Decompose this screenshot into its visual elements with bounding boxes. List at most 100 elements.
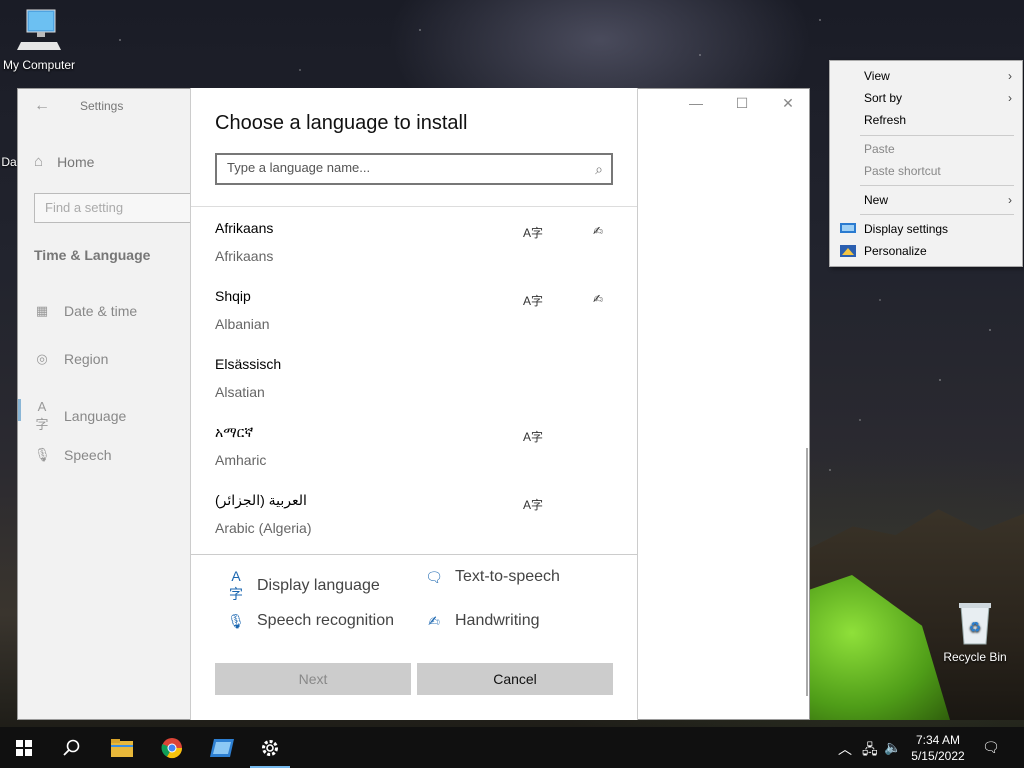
chevron-right-icon: › bbox=[1008, 193, 1012, 207]
sidebar-item-label: Language bbox=[64, 408, 127, 424]
display-settings-icon bbox=[840, 223, 856, 233]
list-item[interactable]: Elsässisch Alsatian bbox=[191, 344, 637, 412]
language-native-name: Afrikaans bbox=[215, 220, 274, 236]
active-nav-indicator bbox=[18, 399, 21, 421]
clock-time: 7:34 AM bbox=[915, 733, 961, 747]
chevron-right-icon: › bbox=[1008, 69, 1012, 83]
language-english-name: Amharic bbox=[215, 452, 267, 468]
sidebar-item-label: Date & time bbox=[64, 303, 138, 319]
home-icon: ⌂ bbox=[34, 153, 44, 170]
display-language-icon: A字 bbox=[523, 430, 544, 444]
next-button[interactable]: Next bbox=[215, 663, 411, 695]
settings-scrollbar[interactable] bbox=[806, 448, 808, 696]
back-arrow-icon[interactable]: ← bbox=[34, 97, 50, 115]
menu-item-paste-shortcut[interactable]: Paste shortcut bbox=[830, 160, 1022, 182]
legend-text-to-speech: 🗨 Text-to-speech bbox=[425, 568, 560, 586]
taskbar-chrome[interactable] bbox=[148, 727, 196, 768]
menu-item-label: Paste shortcut bbox=[864, 164, 941, 178]
sidebar-item-label: Region bbox=[64, 351, 109, 367]
sidebar-item-region[interactable]: ◎ Region bbox=[34, 351, 108, 367]
search-icon bbox=[63, 739, 80, 756]
menu-item-view[interactable]: View › bbox=[830, 65, 1022, 87]
sidebar-item-label: Speech bbox=[64, 447, 112, 463]
network-icon[interactable]: 🖧 bbox=[862, 739, 878, 763]
chevron-right-icon: › bbox=[1008, 91, 1012, 105]
menu-item-label: Display settings bbox=[864, 222, 949, 236]
settings-sidebar: ← Settings ⌂ Home Find a setting Time & … bbox=[18, 89, 204, 719]
section-title: Time & Language bbox=[34, 247, 151, 263]
language-list[interactable]: Afrikaans Afrikaans A字 ✍ Shqip Albanian … bbox=[191, 208, 637, 554]
display-language-icon: A字 bbox=[523, 226, 544, 240]
close-icon[interactable]: ✕ bbox=[768, 95, 808, 112]
settings-search-input[interactable]: Find a setting bbox=[34, 193, 204, 223]
divider bbox=[191, 554, 637, 555]
legend-handwriting: ✍ Handwriting bbox=[425, 612, 539, 630]
my-computer-desktop-icon[interactable]: My Computer bbox=[0, 8, 78, 72]
menu-item-paste[interactable]: Paste bbox=[830, 138, 1022, 160]
taskbar-clock[interactable]: 7:34 AM 5/15/2022 bbox=[906, 732, 970, 764]
list-item[interactable]: Shqip Albanian A字 ✍ bbox=[191, 276, 637, 344]
display-language-icon: A字 bbox=[229, 568, 243, 602]
menu-item-label: Paste bbox=[864, 142, 895, 156]
menu-item-new[interactable]: New › bbox=[830, 189, 1022, 211]
show-hidden-icons-chevron-up-icon[interactable]: ︿ bbox=[838, 739, 852, 759]
partial-desktop-label: Da bbox=[1, 155, 17, 169]
home-label: Home bbox=[57, 153, 95, 170]
settings-title: Settings bbox=[80, 99, 124, 113]
minimize-icon[interactable]: — bbox=[676, 95, 716, 111]
taskbar-search-button[interactable] bbox=[48, 727, 96, 768]
list-item[interactable]: Afrikaans Afrikaans A字 ✍ bbox=[191, 208, 637, 276]
sidebar-item-language[interactable]: A字 Language bbox=[34, 399, 126, 433]
menu-separator bbox=[860, 135, 1014, 136]
computer-icon bbox=[17, 9, 61, 50]
language-native-name: العربية (الجزائر) bbox=[215, 492, 307, 508]
handwriting-icon: ✍ bbox=[428, 612, 440, 629]
language-english-name: Afrikaans bbox=[215, 248, 274, 264]
maximize-icon[interactable]: ☐ bbox=[722, 95, 762, 112]
divider bbox=[191, 206, 637, 207]
menu-item-label: Sort by bbox=[864, 91, 903, 105]
recycle-bin-icon: ♻ bbox=[959, 603, 991, 645]
start-button[interactable] bbox=[0, 727, 48, 768]
volume-icon[interactable]: 🔈 bbox=[884, 739, 901, 756]
menu-item-personalize[interactable]: Personalize bbox=[830, 240, 1022, 262]
list-item[interactable]: العربية (الجزائر) Arabic (Algeria) A字 bbox=[191, 480, 637, 548]
taskbar-file-explorer[interactable] bbox=[98, 727, 146, 768]
microphone-icon: 🎙 bbox=[34, 447, 51, 462]
svg-text:♻: ♻ bbox=[969, 619, 982, 635]
chrome-icon bbox=[161, 737, 183, 758]
language-icon: A字 bbox=[35, 399, 49, 432]
recycle-bin-label: Recycle Bin bbox=[943, 650, 1007, 664]
display-language-icon: A字 bbox=[523, 294, 544, 308]
sidebar-item-date-time[interactable]: ▦ Date & time bbox=[34, 303, 137, 319]
choose-language-dialog: Choose a language to install Type a lang… bbox=[190, 88, 638, 720]
list-item[interactable]: አማርኛ Amharic A字 bbox=[191, 412, 637, 480]
home-nav-item[interactable]: ⌂ Home bbox=[34, 153, 94, 170]
language-search-input[interactable]: Type a language name... ⌕ bbox=[215, 153, 613, 185]
legend-display-language: A字 Display language bbox=[227, 568, 380, 604]
calendar-clock-icon: ▦ bbox=[35, 303, 49, 318]
legend-speech-recognition: 🎙 Speech recognition bbox=[227, 612, 394, 630]
sidebar-item-speech[interactable]: 🎙 Speech bbox=[34, 447, 111, 463]
handwriting-icon: ✍ bbox=[593, 224, 604, 238]
action-center-notification-icon[interactable]: 🗨 bbox=[982, 739, 1000, 756]
legend-label: Handwriting bbox=[455, 612, 540, 629]
recycle-bin-desktop-icon[interactable]: ♻ Recycle Bin bbox=[940, 600, 1010, 664]
language-english-name: Alsatian bbox=[215, 384, 265, 400]
menu-item-sort-by[interactable]: Sort by › bbox=[830, 87, 1022, 109]
clock-date: 5/15/2022 bbox=[911, 749, 965, 763]
app-window-icon bbox=[210, 738, 234, 757]
menu-item-display-settings[interactable]: Display settings bbox=[830, 218, 1022, 240]
menu-item-label: Personalize bbox=[864, 244, 927, 258]
taskbar-settings[interactable] bbox=[246, 727, 294, 768]
dialog-title: Choose a language to install bbox=[215, 112, 468, 134]
partial-desktop-icon[interactable]: Da bbox=[0, 155, 18, 169]
legend-label: Text-to-speech bbox=[455, 568, 560, 585]
language-english-name: Albanian bbox=[215, 316, 270, 332]
menu-item-label: Refresh bbox=[864, 113, 907, 127]
taskbar-app-window[interactable] bbox=[198, 727, 246, 768]
start-icon bbox=[16, 739, 32, 756]
personalize-icon bbox=[840, 245, 856, 257]
cancel-button[interactable]: Cancel bbox=[417, 663, 613, 695]
menu-item-refresh[interactable]: Refresh bbox=[830, 109, 1022, 131]
